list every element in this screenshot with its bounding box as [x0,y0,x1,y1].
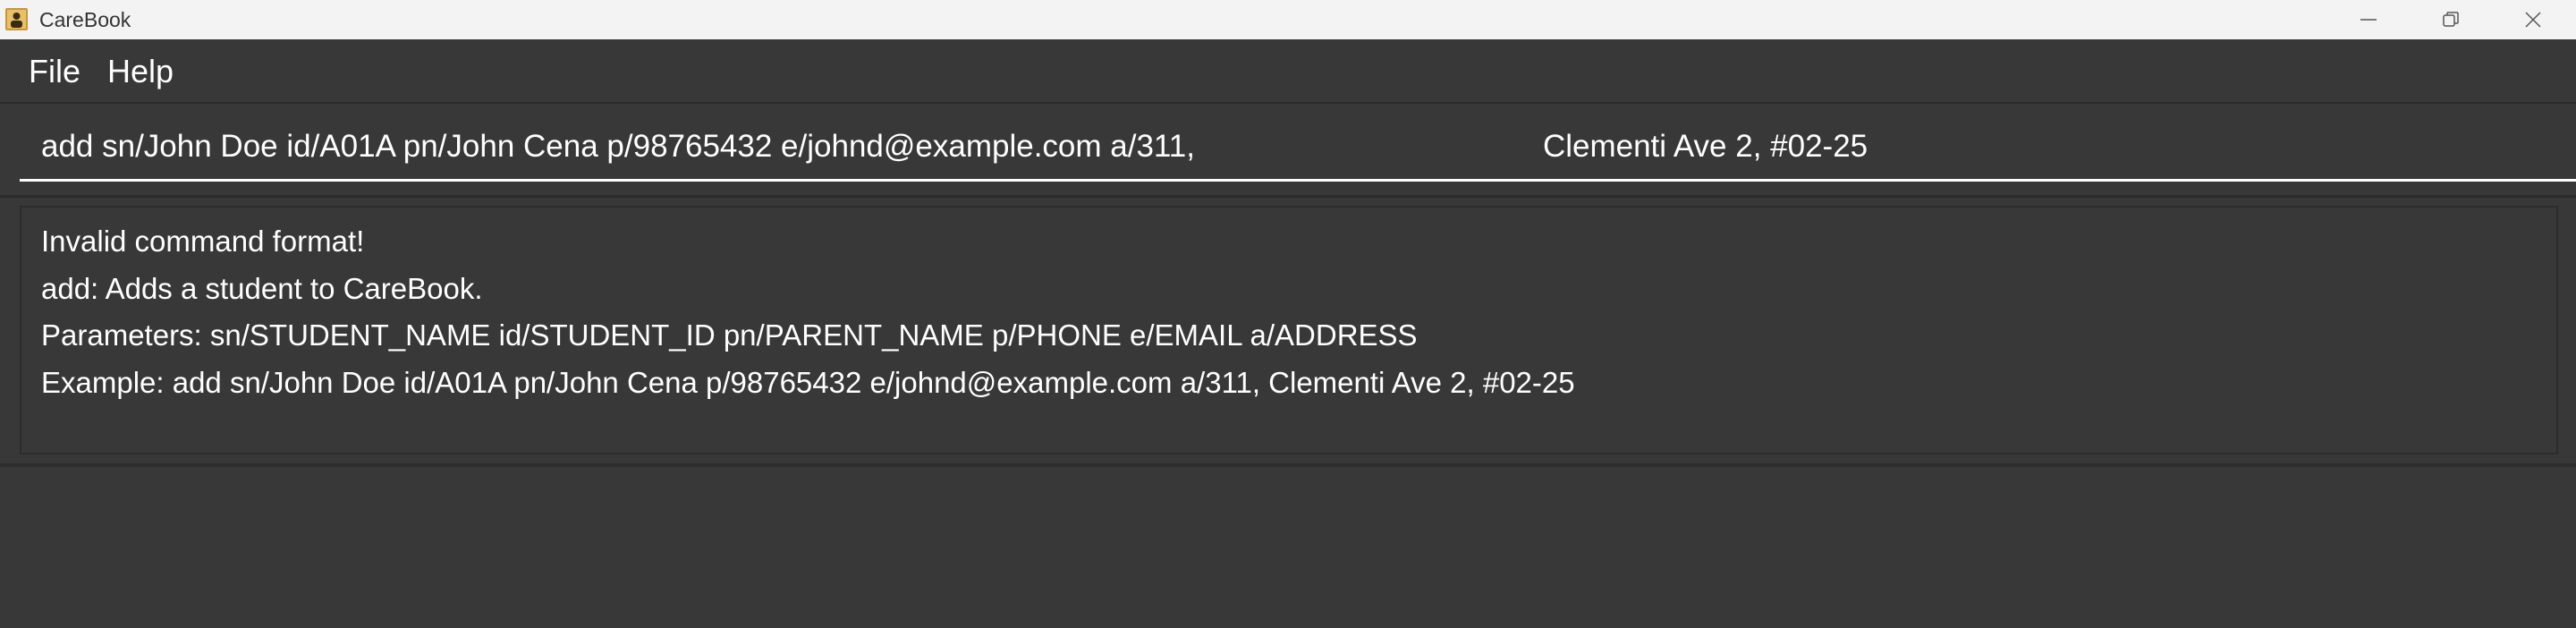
result-line-parameters: Parameters: sn/STUDENT_NAME id/STUDENT_I… [41,318,1418,352]
close-icon [2525,12,2541,28]
menu-file[interactable]: File [29,39,80,104]
student-list-panel[interactable] [0,467,2576,628]
maximize-button[interactable] [2410,0,2492,39]
result-line-example: Example: add sn/John Doe id/A01A pn/John… [41,365,1575,399]
menu-bar: File Help [0,39,2576,104]
app-icon [5,8,28,30]
command-input[interactable]: add sn/John Doe id/A01A pn/John Cena p/9… [20,116,2576,182]
result-text: Invalid command format! add: Adds a stud… [41,218,1575,406]
minimize-button[interactable] [2327,0,2410,39]
result-line-error: Invalid command format! [41,225,365,258]
result-line-usage: add: Adds a student to CareBook. [41,271,483,305]
window-title: CareBook [39,8,131,31]
title-bar[interactable]: CareBook [0,0,2576,39]
app-window: CareBook File Help add sn/John Doe id/A0… [0,0,2576,628]
menu-help[interactable]: Help [107,39,174,104]
command-box-panel: add sn/John Doe id/A01A pn/John Cena p/9… [0,104,2576,198]
minimize-icon [2360,19,2377,21]
result-display[interactable]: Invalid command format! add: Adds a stud… [20,206,2558,454]
restore-icon [2443,12,2459,27]
close-button[interactable] [2492,0,2574,39]
